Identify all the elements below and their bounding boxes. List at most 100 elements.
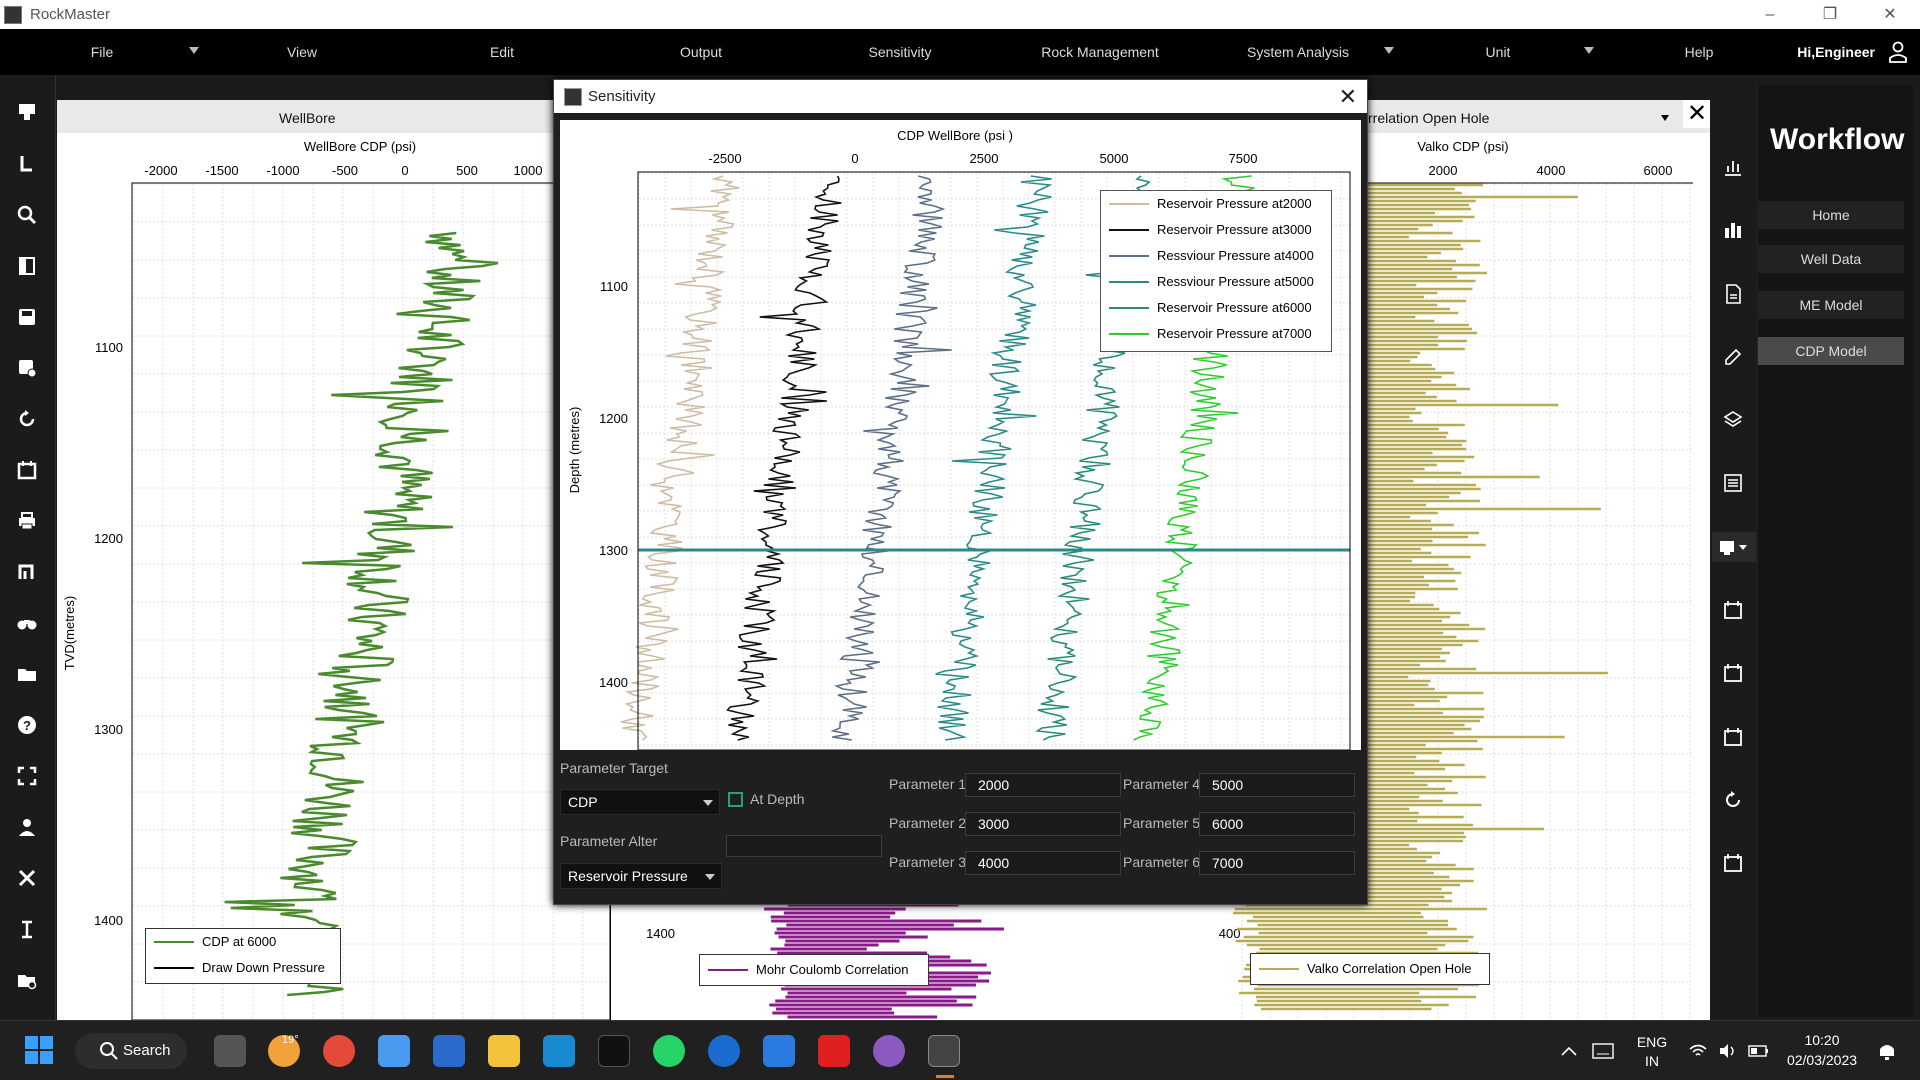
prime-video-icon[interactable]	[543, 1035, 575, 1067]
wellbore-chart[interactable]: WellBore CDP (psi) -2000 -1500 -1000 -50…	[57, 133, 610, 1020]
panel-dropdown-icon[interactable]	[1661, 115, 1669, 121]
outlook-icon[interactable]	[708, 1035, 740, 1067]
collapse-icon[interactable]	[12, 863, 42, 893]
wifi-icon[interactable]	[1688, 1043, 1708, 1059]
parameter-6-input[interactable]: 7000	[1199, 851, 1355, 875]
file-explorer-icon[interactable]	[488, 1035, 520, 1067]
mail-icon[interactable]	[433, 1035, 465, 1067]
binoculars-icon[interactable]	[12, 608, 42, 638]
menu-view[interactable]: View	[282, 29, 322, 75]
depth-icon[interactable]	[12, 914, 42, 944]
parameter-alter-input[interactable]	[726, 835, 882, 857]
print-icon[interactable]	[12, 506, 42, 536]
save-as-icon[interactable]	[12, 353, 42, 383]
todo-icon[interactable]	[763, 1035, 795, 1067]
dialog-close-button[interactable]: ✕	[1339, 80, 1357, 113]
youtube-icon[interactable]	[818, 1035, 850, 1067]
edit-icon[interactable]	[1718, 342, 1748, 372]
notifications-icon[interactable]	[1876, 1040, 1898, 1062]
terminal-icon[interactable]	[598, 1035, 630, 1067]
chevron-up-icon[interactable]	[1560, 1045, 1578, 1057]
screen-dropdown-icon[interactable]	[1712, 532, 1756, 562]
taskbar-time[interactable]: 10:20	[1782, 1031, 1862, 1049]
language-region[interactable]: IN	[1636, 1052, 1668, 1070]
at-depth-checkbox[interactable]	[728, 792, 743, 807]
restore-button[interactable]: ❐	[1800, 0, 1860, 29]
chart-line-icon[interactable]	[1718, 152, 1748, 182]
keyboard-icon[interactable]	[1592, 1043, 1614, 1059]
save-icon[interactable]	[12, 302, 42, 332]
user-greeting: Hi,Engineer	[1797, 44, 1875, 60]
store-icon[interactable]	[378, 1035, 410, 1067]
sensitivity-chart[interactable]: CDP WellBore (psi ) -2500 0 2500 5000 75…	[560, 120, 1361, 750]
parameter-5-input[interactable]: 6000	[1199, 812, 1355, 836]
workflow-well-data-button[interactable]: Well Data	[1758, 245, 1904, 273]
workflow-home-button[interactable]: Home	[1758, 201, 1904, 229]
rockmaster-taskbar-icon[interactable]	[928, 1035, 960, 1067]
parameter-2-input[interactable]: 3000	[965, 812, 1121, 836]
open-folder-icon[interactable]	[12, 965, 42, 995]
mohr-chart[interactable]: 1400 Mohr Coulomb Correlation	[610, 905, 1218, 1020]
refresh-icon[interactable]	[12, 404, 42, 434]
menu-file[interactable]: File	[82, 29, 122, 75]
folder-icon[interactable]	[12, 659, 42, 689]
volume-icon[interactable]	[1718, 1043, 1738, 1059]
chrome-icon[interactable]	[323, 1035, 355, 1067]
menu-output[interactable]: Output	[672, 29, 730, 75]
menu-edit[interactable]: Edit	[482, 29, 522, 75]
expand-icon[interactable]	[12, 761, 42, 791]
series-line	[935, 175, 1053, 741]
parameter-alter-select[interactable]: Reservoir Pressure	[560, 863, 722, 889]
calendar-icon[interactable]	[1718, 848, 1748, 878]
menu-rock-management[interactable]: Rock Management	[1036, 29, 1164, 75]
menu-unit[interactable]: Unit	[1480, 29, 1516, 75]
whatsapp-icon[interactable]	[653, 1035, 685, 1067]
task-view-icon[interactable]	[214, 1035, 246, 1067]
workflow-me-model-button[interactable]: ME Model	[1758, 291, 1904, 319]
calendar-icon[interactable]	[1718, 722, 1748, 752]
minimize-button[interactable]: –	[1740, 0, 1800, 29]
y-tick: 1100	[600, 279, 628, 294]
step-icon[interactable]	[12, 557, 42, 587]
x-tick: -2500	[708, 151, 741, 166]
help-icon[interactable]: ?	[12, 710, 42, 740]
zoom-icon[interactable]	[12, 200, 42, 230]
document-icon[interactable]	[1718, 279, 1748, 309]
language-code[interactable]: ENG	[1636, 1033, 1668, 1051]
menu-sensitivity[interactable]: Sensitivity	[860, 29, 940, 75]
browser-icon[interactable]	[873, 1035, 905, 1067]
unit-dropdown-icon[interactable]	[1584, 47, 1594, 54]
legend-entry: Reservoir Pressure at3000	[1101, 217, 1331, 243]
close-window-button[interactable]: ✕	[1860, 0, 1920, 29]
system-analysis-dropdown-icon[interactable]	[1384, 47, 1394, 54]
parameter-1-input[interactable]: 2000	[965, 773, 1121, 797]
workflow-cdp-model-button[interactable]: CDP Model	[1758, 337, 1904, 365]
calendar-icon[interactable]	[12, 455, 42, 485]
import-icon[interactable]	[12, 97, 42, 127]
x-tick: 6000	[1644, 163, 1673, 178]
list-icon[interactable]	[1718, 468, 1748, 498]
menu-help[interactable]: Help	[1682, 29, 1716, 75]
layers-icon[interactable]	[1718, 405, 1748, 435]
panel-close-button[interactable]: ✕	[1683, 100, 1711, 128]
battery-icon[interactable]	[1748, 1044, 1770, 1058]
menu-system-analysis[interactable]: System Analysis	[1244, 29, 1352, 75]
user-icon[interactable]	[1888, 41, 1908, 63]
parameter-alter-label: Parameter Alter	[560, 833, 658, 849]
cursor-icon[interactable]	[12, 149, 42, 179]
calendar-icon[interactable]	[1718, 595, 1748, 625]
parameter-4-input[interactable]: 5000	[1199, 773, 1355, 797]
sensitivity-chart-title: CDP WellBore (psi )	[897, 128, 1013, 143]
calendar-icon[interactable]	[1718, 658, 1748, 688]
book-icon[interactable]	[12, 251, 42, 281]
wellbore-y-ticks: 1100 1200 1300 1400	[94, 340, 123, 928]
taskbar-date[interactable]: 02/03/2023	[1782, 1051, 1862, 1069]
bar-chart-icon[interactable]	[1718, 215, 1748, 245]
refresh-icon[interactable]	[1718, 785, 1748, 815]
file-dropdown-icon[interactable]	[189, 47, 199, 54]
parameter-target-select[interactable]: CDP	[560, 789, 720, 815]
user-icon[interactable]	[12, 812, 42, 842]
start-icon[interactable]	[24, 1035, 54, 1065]
taskbar-search[interactable]: Search	[75, 1033, 187, 1069]
parameter-3-input[interactable]: 4000	[965, 851, 1121, 875]
